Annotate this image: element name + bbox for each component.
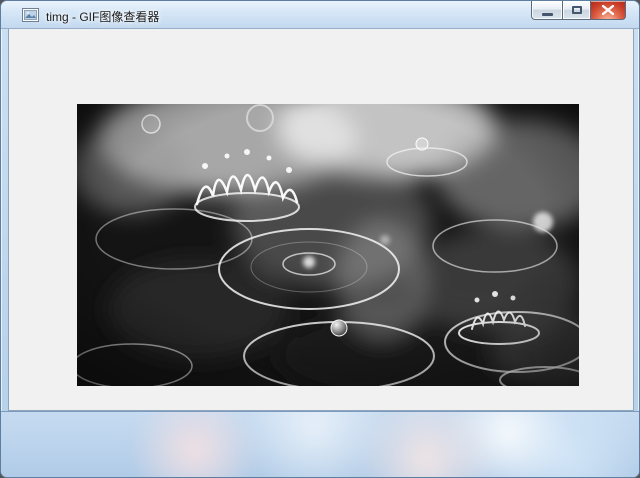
minimize-dash-icon: [542, 13, 553, 16]
window-title: timg - GIF图像查看器: [46, 8, 159, 25]
close-x-icon: [602, 5, 614, 15]
maximize-square-icon: [572, 6, 582, 14]
gif-viewer-window: timg - GIF图像查看器: [0, 0, 640, 478]
gif-image[interactable]: [77, 104, 579, 386]
maximize-button[interactable]: [562, 1, 591, 20]
image-canvas-area: [8, 29, 634, 411]
playback-bar: 1/8: [1, 411, 640, 478]
titlebar[interactable]: timg - GIF图像查看器: [1, 1, 639, 29]
window-controls: [531, 1, 626, 20]
close-button[interactable]: [591, 1, 626, 20]
minimize-button[interactable]: [531, 1, 562, 20]
picture-frame-icon: [22, 8, 39, 22]
